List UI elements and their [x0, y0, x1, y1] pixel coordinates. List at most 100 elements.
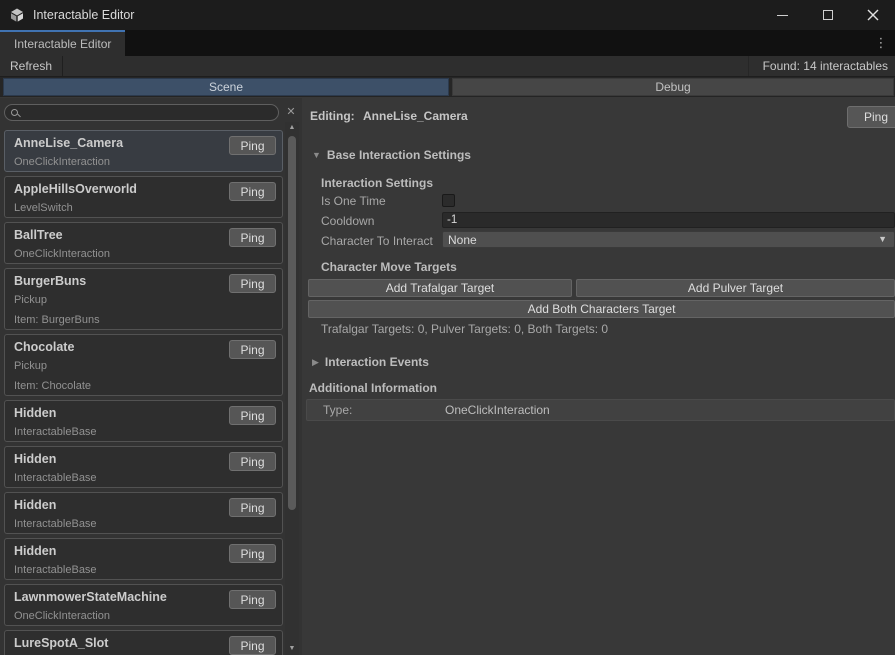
refresh-label: Refresh: [10, 59, 52, 73]
minimize-icon: [777, 15, 788, 16]
add-both-characters-target-button[interactable]: Add Both Characters Target: [308, 300, 895, 318]
interaction-settings-header: Interaction Settings: [321, 176, 433, 190]
interactable-list: AnneLise_Camera OneClickInteraction Ping…: [4, 130, 283, 655]
item-name: Hidden: [14, 544, 222, 559]
item-name: LawnmowerStateMachine: [14, 590, 222, 605]
overflow-menu-icon[interactable]: ⋮: [873, 34, 889, 52]
item-name: BurgerBuns: [14, 274, 222, 289]
foldout-interaction-events[interactable]: ▶ Interaction Events: [312, 355, 429, 369]
inspector-panel: Editing: AnneLise_Camera Ping ▼ Base Int…: [302, 98, 895, 655]
list-item[interactable]: Hidden InteractableBase Ping: [4, 400, 283, 442]
item-ping-button[interactable]: Ping: [229, 228, 276, 247]
list-scrollbar[interactable]: ▲ ▼: [285, 122, 299, 655]
list-item[interactable]: BallTree OneClickInteraction Ping: [4, 222, 283, 264]
minimize-button[interactable]: [760, 0, 805, 30]
item-ping-button[interactable]: Ping: [229, 590, 276, 609]
add-trafalgar-target-button[interactable]: Add Trafalgar Target: [308, 279, 572, 297]
scroll-up-icon[interactable]: ▲: [285, 122, 299, 134]
item-name: Hidden: [14, 406, 222, 421]
item-ping-button[interactable]: Ping: [229, 452, 276, 471]
is-one-time-label: Is One Time: [321, 194, 386, 208]
chevron-down-icon: ▼: [878, 234, 887, 244]
item-ping-button[interactable]: Ping: [229, 636, 276, 655]
item-ping-button[interactable]: Ping: [229, 406, 276, 425]
item-type: InteractableBase: [14, 426, 222, 439]
item-ping-button[interactable]: Ping: [229, 498, 276, 517]
list-item[interactable]: Hidden InteractableBase Ping: [4, 492, 283, 534]
list-item[interactable]: Chocolate Pickup Item: Chocolate Ping: [4, 334, 283, 396]
close-icon: [867, 9, 879, 21]
foldout-closed-icon: ▶: [312, 357, 319, 368]
list-item[interactable]: AnneLise_Camera OneClickInteraction Ping: [4, 130, 283, 172]
list-item[interactable]: Hidden InteractableBase Ping: [4, 446, 283, 488]
item-name: AppleHillsOverworld: [14, 182, 222, 197]
item-type: InteractableBase: [14, 472, 222, 485]
found-count-label: Found: 14 interactables: [763, 56, 888, 76]
targets-summary: Trafalgar Targets: 0, Pulver Targets: 0,…: [321, 322, 608, 336]
editing-label: Editing:: [310, 109, 355, 123]
item-type: Pickup: [14, 360, 222, 373]
scene-list-panel: ✕ AnneLise_Camera OneClickInteraction Pi…: [0, 98, 302, 655]
type-value: OneClickInteraction: [445, 403, 550, 417]
cooldown-input[interactable]: [442, 212, 895, 228]
type-info-row: Type: OneClickInteraction: [306, 399, 895, 421]
scrollbar-thumb[interactable]: [288, 136, 296, 510]
search-field[interactable]: [4, 104, 279, 121]
refresh-button[interactable]: Refresh: [0, 56, 63, 76]
item-ping-button[interactable]: Ping: [229, 136, 276, 155]
character-to-interact-label: Character To Interact: [321, 234, 433, 248]
item-name: Hidden: [14, 452, 222, 467]
item-extra: Item: Chocolate: [14, 380, 222, 393]
item-ping-button[interactable]: Ping: [229, 182, 276, 201]
tab-debug-label: Debug: [655, 80, 690, 94]
item-name: BallTree: [14, 228, 222, 243]
app-icon: [9, 7, 25, 23]
dropdown-selected-value: None: [448, 233, 477, 247]
item-ping-button[interactable]: Ping: [229, 274, 276, 293]
list-item[interactable]: LawnmowerStateMachine OneClickInteractio…: [4, 584, 283, 626]
add-pulver-label: Add Pulver Target: [688, 281, 783, 295]
item-name: LureSpotA_Slot: [14, 636, 222, 651]
item-ping-button[interactable]: Ping: [229, 340, 276, 359]
window-title: Interactable Editor: [33, 8, 134, 22]
item-ping-button[interactable]: Ping: [229, 544, 276, 563]
close-button[interactable]: [850, 0, 895, 30]
toolbar-divider: [748, 56, 749, 76]
item-type: OneClickInteraction: [14, 610, 222, 623]
item-type: OneClickInteraction: [14, 156, 222, 169]
item-extra: Item: BurgerBuns: [14, 314, 222, 327]
foldout-base-interaction-settings[interactable]: ▼ Base Interaction Settings: [312, 148, 471, 162]
item-type: Pickup: [14, 294, 222, 307]
list-item[interactable]: Hidden InteractableBase Ping: [4, 538, 283, 580]
cooldown-label: Cooldown: [321, 214, 374, 228]
editing-ping-label: Ping: [864, 110, 888, 124]
type-label: Type:: [323, 403, 352, 417]
foldout-events-label: Interaction Events: [325, 355, 429, 369]
item-name: AnneLise_Camera: [14, 136, 222, 151]
is-one-time-checkbox[interactable]: [442, 194, 455, 207]
editing-ping-button[interactable]: Ping: [847, 106, 895, 128]
tab-interactable-editor[interactable]: Interactable Editor: [0, 30, 125, 56]
maximize-button[interactable]: [805, 0, 850, 30]
scroll-down-icon[interactable]: ▼: [285, 643, 299, 655]
editing-value: AnneLise_Camera: [363, 109, 468, 123]
list-item[interactable]: AppleHillsOverworld LevelSwitch Ping: [4, 176, 283, 218]
list-item[interactable]: LureSpotA_Slot Ping: [4, 630, 283, 655]
mode-tab-bar: Scene Debug: [0, 77, 895, 97]
add-pulver-target-button[interactable]: Add Pulver Target: [576, 279, 895, 297]
list-item[interactable]: BurgerBuns Pickup Item: BurgerBuns Ping: [4, 268, 283, 330]
tab-scene[interactable]: Scene: [3, 78, 449, 96]
search-input[interactable]: [24, 107, 278, 119]
add-trafalgar-label: Add Trafalgar Target: [386, 281, 495, 295]
doc-tab-row: Interactable Editor ⋮: [0, 30, 895, 56]
doc-tab-label: Interactable Editor: [14, 37, 111, 51]
search-clear-button[interactable]: ✕: [283, 104, 299, 120]
character-to-interact-dropdown[interactable]: None ▼: [442, 231, 895, 248]
item-type: OneClickInteraction: [14, 248, 222, 261]
search-icon: [11, 109, 18, 116]
tab-debug[interactable]: Debug: [452, 78, 894, 96]
foldout-base-label: Base Interaction Settings: [327, 148, 471, 162]
toolbar: Refresh Found: 14 interactables: [0, 56, 895, 77]
tab-scene-label: Scene: [209, 80, 243, 94]
foldout-open-icon: ▼: [312, 150, 321, 160]
